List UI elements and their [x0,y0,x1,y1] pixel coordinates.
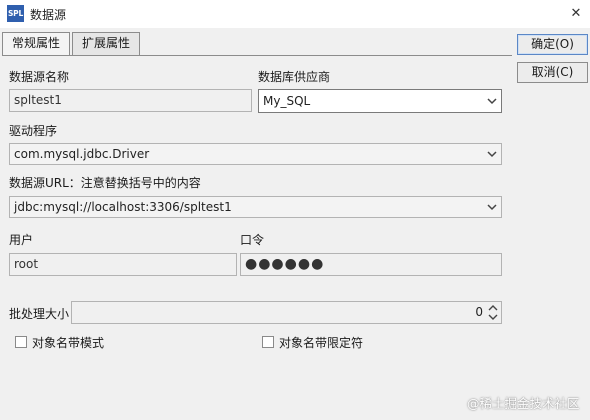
ok-button[interactable]: 确定(O) [517,34,588,55]
datasource-url-label: 数据源URL：注意替换括号中的内容 [9,176,201,190]
password-masked-value: ●●●●●● [245,256,325,272]
password-field[interactable]: ●●●●●● [240,253,502,276]
password-label: 口令 [240,233,265,247]
driver-label: 驱动程序 [9,124,58,138]
chevron-down-icon [487,204,497,211]
tab-divider [2,55,512,56]
datasource-name-label: 数据源名称 [9,70,70,84]
tab-general-properties[interactable]: 常规属性 [2,32,70,56]
user-value: root [14,257,39,271]
window-title: 数据源 [30,8,67,22]
watermark-text: @稀土掘金技术社区 [467,396,580,411]
object-name-quote-checkbox[interactable] [262,336,274,348]
datasource-url-select[interactable]: jdbc:mysql://localhost:3306/spltest1 [9,196,502,218]
spl-app-icon: SPL [7,5,24,22]
driver-value: com.mysql.jdbc.Driver [14,147,150,161]
batch-size-spinner[interactable]: 0 [71,301,502,324]
object-name-mode-label: 对象名带模式 [32,336,105,350]
user-label: 用户 [9,233,34,247]
datasource-url-value: jdbc:mysql://localhost:3306/spltest1 [14,200,232,214]
title-bar [0,0,590,28]
close-icon[interactable]: ✕ [566,4,586,24]
object-name-mode-checkbox[interactable] [15,336,27,348]
spinner-arrows-icon[interactable] [487,304,499,321]
driver-select[interactable]: com.mysql.jdbc.Driver [9,143,502,165]
object-name-quote-label: 对象名带限定符 [279,336,364,350]
db-vendor-select[interactable]: My_SQL [258,89,502,113]
chevron-down-icon [487,98,497,105]
db-vendor-label: 数据库供应商 [258,70,331,84]
cancel-button[interactable]: 取消(C) [517,62,588,83]
batch-size-value: 0 [475,305,483,319]
datasource-name-field[interactable]: spltest1 [9,89,252,112]
datasource-name-value: spltest1 [14,93,62,107]
batch-size-label: 批处理大小 [9,307,70,321]
chevron-down-icon [487,151,497,158]
tab-extended-properties[interactable]: 扩展属性 [72,32,140,55]
db-vendor-value: My_SQL [263,94,311,108]
user-field[interactable]: root [9,253,237,276]
